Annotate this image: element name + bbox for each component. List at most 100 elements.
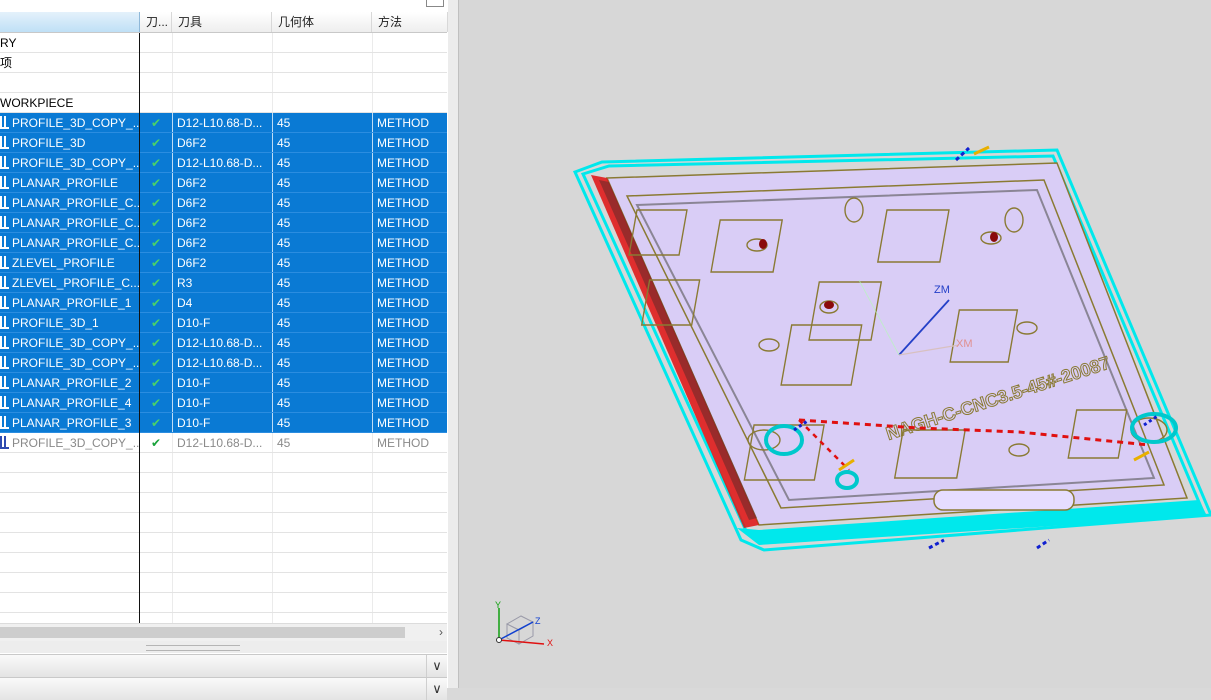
operation-name-cell[interactable]: [0, 473, 140, 492]
operation-row[interactable]: PROFILE_3D_COPY_... ✔ D12-L10.68-D... 45 MET…: [0, 113, 447, 133]
panel-close-icon[interactable]: [426, 0, 444, 7]
dependencies-section-bar[interactable]: ∨: [0, 677, 447, 700]
operation-row[interactable]: PLANAR_PROFILE_3 ✔ D10-F 45 METHOD: [0, 413, 447, 433]
operation-name-cell[interactable]: PLANAR_PROFILE_C...: [0, 233, 140, 252]
operation-type-icon: [0, 216, 9, 229]
details-section-bar[interactable]: ∨: [0, 654, 447, 677]
operation-row[interactable]: [0, 533, 447, 553]
part-model[interactable]: NAGH-C-CNC3.5-45#-20087 ZM XM: [459, 0, 1211, 688]
operation-row[interactable]: PLANAR_PROFILE_4 ✔ D10-F 45 METHOD: [0, 393, 447, 413]
toolpath-status-icon: ✔: [150, 336, 162, 350]
method-cell: METHOD: [372, 253, 448, 272]
operation-row[interactable]: [0, 453, 447, 473]
operation-name-cell[interactable]: PLANAR_PROFILE_C...: [0, 193, 140, 212]
operation-name-cell[interactable]: ZLEVEL_PROFILE: [0, 253, 140, 272]
operation-name-cell[interactable]: PLANAR_PROFILE_2: [0, 373, 140, 392]
operation-name-cell[interactable]: PROFILE_3D_COPY_...: [0, 353, 140, 372]
operation-name-cell[interactable]: [0, 593, 140, 612]
operation-name-cell[interactable]: PLANAR_PROFILE_3: [0, 413, 140, 432]
operation-row[interactable]: [0, 73, 447, 93]
scrollbar-thumb[interactable]: [0, 627, 405, 638]
panel-border[interactable]: [448, 0, 459, 688]
column-header-geometry[interactable]: 几何体: [272, 12, 372, 32]
operation-row[interactable]: WORKPIECE: [0, 93, 447, 113]
geometry-cell: 45: [272, 353, 372, 372]
operation-name-cell[interactable]: [0, 493, 140, 512]
operation-name-cell[interactable]: PROFILE_3D_COPY_...: [0, 113, 140, 132]
operation-name-cell[interactable]: PROFILE_3D: [0, 133, 140, 152]
panel-splitter[interactable]: [0, 641, 447, 653]
column-header-tool[interactable]: 刀具: [172, 12, 272, 32]
operation-name-cell[interactable]: [0, 513, 140, 532]
geometry-cell: [272, 453, 372, 472]
operation-row[interactable]: PROFILE_3D_COPY_... ✔ D12-L10.68-D... 45 MET…: [0, 153, 447, 173]
operation-row[interactable]: PLANAR_PROFILE_1 ✔ D4 45 METHOD: [0, 293, 447, 313]
operation-name-cell[interactable]: PROFILE_3D_COPY_...: [0, 333, 140, 352]
operation-name-cell[interactable]: PROFILE_3D_1: [0, 313, 140, 332]
operation-row[interactable]: PLANAR_PROFILE_C... ✔ D6F2 45 METHOD: [0, 213, 447, 233]
operation-row[interactable]: PROFILE_3D_COPY_... ✔ D12-L10.68-D... 45 MET…: [0, 433, 447, 453]
operation-row[interactable]: [0, 553, 447, 573]
toolpath-status-icon: [140, 73, 172, 92]
geometry-cell: 45: [272, 293, 372, 312]
operation-name-cell[interactable]: RY: [0, 33, 140, 52]
column-header-toolpath-status[interactable]: 刀...: [140, 12, 172, 32]
toolpath-status-icon: ✔: [150, 196, 162, 210]
operation-name-cell[interactable]: PLANAR_PROFILE: [0, 173, 140, 192]
operation-name-cell[interactable]: 项: [0, 53, 140, 72]
operation-name-cell[interactable]: PLANAR_PROFILE_1: [0, 293, 140, 312]
operation-row[interactable]: PROFILE_3D_COPY_... ✔ D12-L10.68-D... 45 MET…: [0, 333, 447, 353]
view-triad[interactable]: Y X Z: [489, 596, 559, 656]
operation-row[interactable]: [0, 593, 447, 613]
column-header-name[interactable]: [0, 12, 140, 32]
operation-type-icon: [0, 176, 9, 189]
toolpath-status-icon: [140, 513, 172, 532]
operation-row[interactable]: ZLEVEL_PROFILE ✔ D6F2 45 METHOD: [0, 253, 447, 273]
operation-name-cell[interactable]: [0, 553, 140, 572]
operation-name-cell[interactable]: WORKPIECE: [0, 93, 140, 112]
toolpath-status-icon: ✔: [150, 236, 162, 250]
operation-row[interactable]: RY: [0, 33, 447, 53]
operation-type-icon: [0, 336, 9, 349]
operation-type-icon: [0, 416, 9, 429]
method-cell: METHOD: [372, 273, 448, 292]
operation-name-cell[interactable]: [0, 73, 140, 92]
operation-row[interactable]: [0, 493, 447, 513]
chevron-down-icon[interactable]: ∨: [426, 678, 447, 700]
column-header-method[interactable]: 方法: [372, 12, 448, 32]
geometry-cell: 45: [272, 373, 372, 392]
operation-name: WORKPIECE: [0, 96, 74, 110]
operation-row[interactable]: ZLEVEL_PROFILE_C... ✔ R3 45 METHOD: [0, 273, 447, 293]
operation-row[interactable]: PLANAR_PROFILE_2 ✔ D10-F 45 METHOD: [0, 373, 447, 393]
toolpath-status-icon: [140, 453, 172, 472]
operation-name-cell[interactable]: PROFILE_3D_COPY_...: [0, 153, 140, 172]
operation-name-cell[interactable]: [0, 573, 140, 592]
operation-name-cell[interactable]: PLANAR_PROFILE_C...: [0, 213, 140, 232]
operation-name-cell[interactable]: [0, 453, 140, 472]
operation-name-cell[interactable]: PROFILE_3D_COPY_...: [0, 433, 140, 452]
operation-row[interactable]: [0, 513, 447, 533]
operation-name-cell[interactable]: [0, 533, 140, 552]
splitter-grip[interactable]: [146, 645, 240, 651]
operation-row[interactable]: 项: [0, 53, 447, 73]
toolpath-status-icon: [140, 533, 172, 552]
graphics-viewport[interactable]: NAGH-C-CNC3.5-45#-20087 ZM XM Y X Z: [459, 0, 1211, 688]
column-divider[interactable]: [139, 33, 140, 623]
horizontal-scrollbar[interactable]: ›: [0, 623, 447, 641]
chevron-down-icon[interactable]: ∨: [426, 655, 447, 677]
operation-name-cell[interactable]: PLANAR_PROFILE_4: [0, 393, 140, 412]
operation-row[interactable]: PLANAR_PROFILE ✔ D6F2 45 METHOD: [0, 173, 447, 193]
operation-row[interactable]: PLANAR_PROFILE_C... ✔ D6F2 45 METHOD: [0, 193, 447, 213]
operation-row[interactable]: [0, 573, 447, 593]
operation-row[interactable]: PROFILE_3D ✔ D6F2 45 METHOD: [0, 133, 447, 153]
operation-name: RY: [0, 36, 17, 50]
method-cell: [372, 513, 448, 532]
operation-row[interactable]: [0, 473, 447, 493]
operation-name-cell[interactable]: ZLEVEL_PROFILE_C...: [0, 273, 140, 292]
operation-row[interactable]: PROFILE_3D_1 ✔ D10-F 45 METHOD: [0, 313, 447, 333]
geometry-cell: [272, 73, 372, 92]
operation-row[interactable]: PLANAR_PROFILE_C... ✔ D6F2 45 METHOD: [0, 233, 447, 253]
operation-row[interactable]: PROFILE_3D_COPY_... ✔ D12-L10.68-D... 45 MET…: [0, 353, 447, 373]
scroll-right-arrow-icon[interactable]: ›: [439, 624, 443, 641]
tool-cell: [172, 473, 272, 492]
